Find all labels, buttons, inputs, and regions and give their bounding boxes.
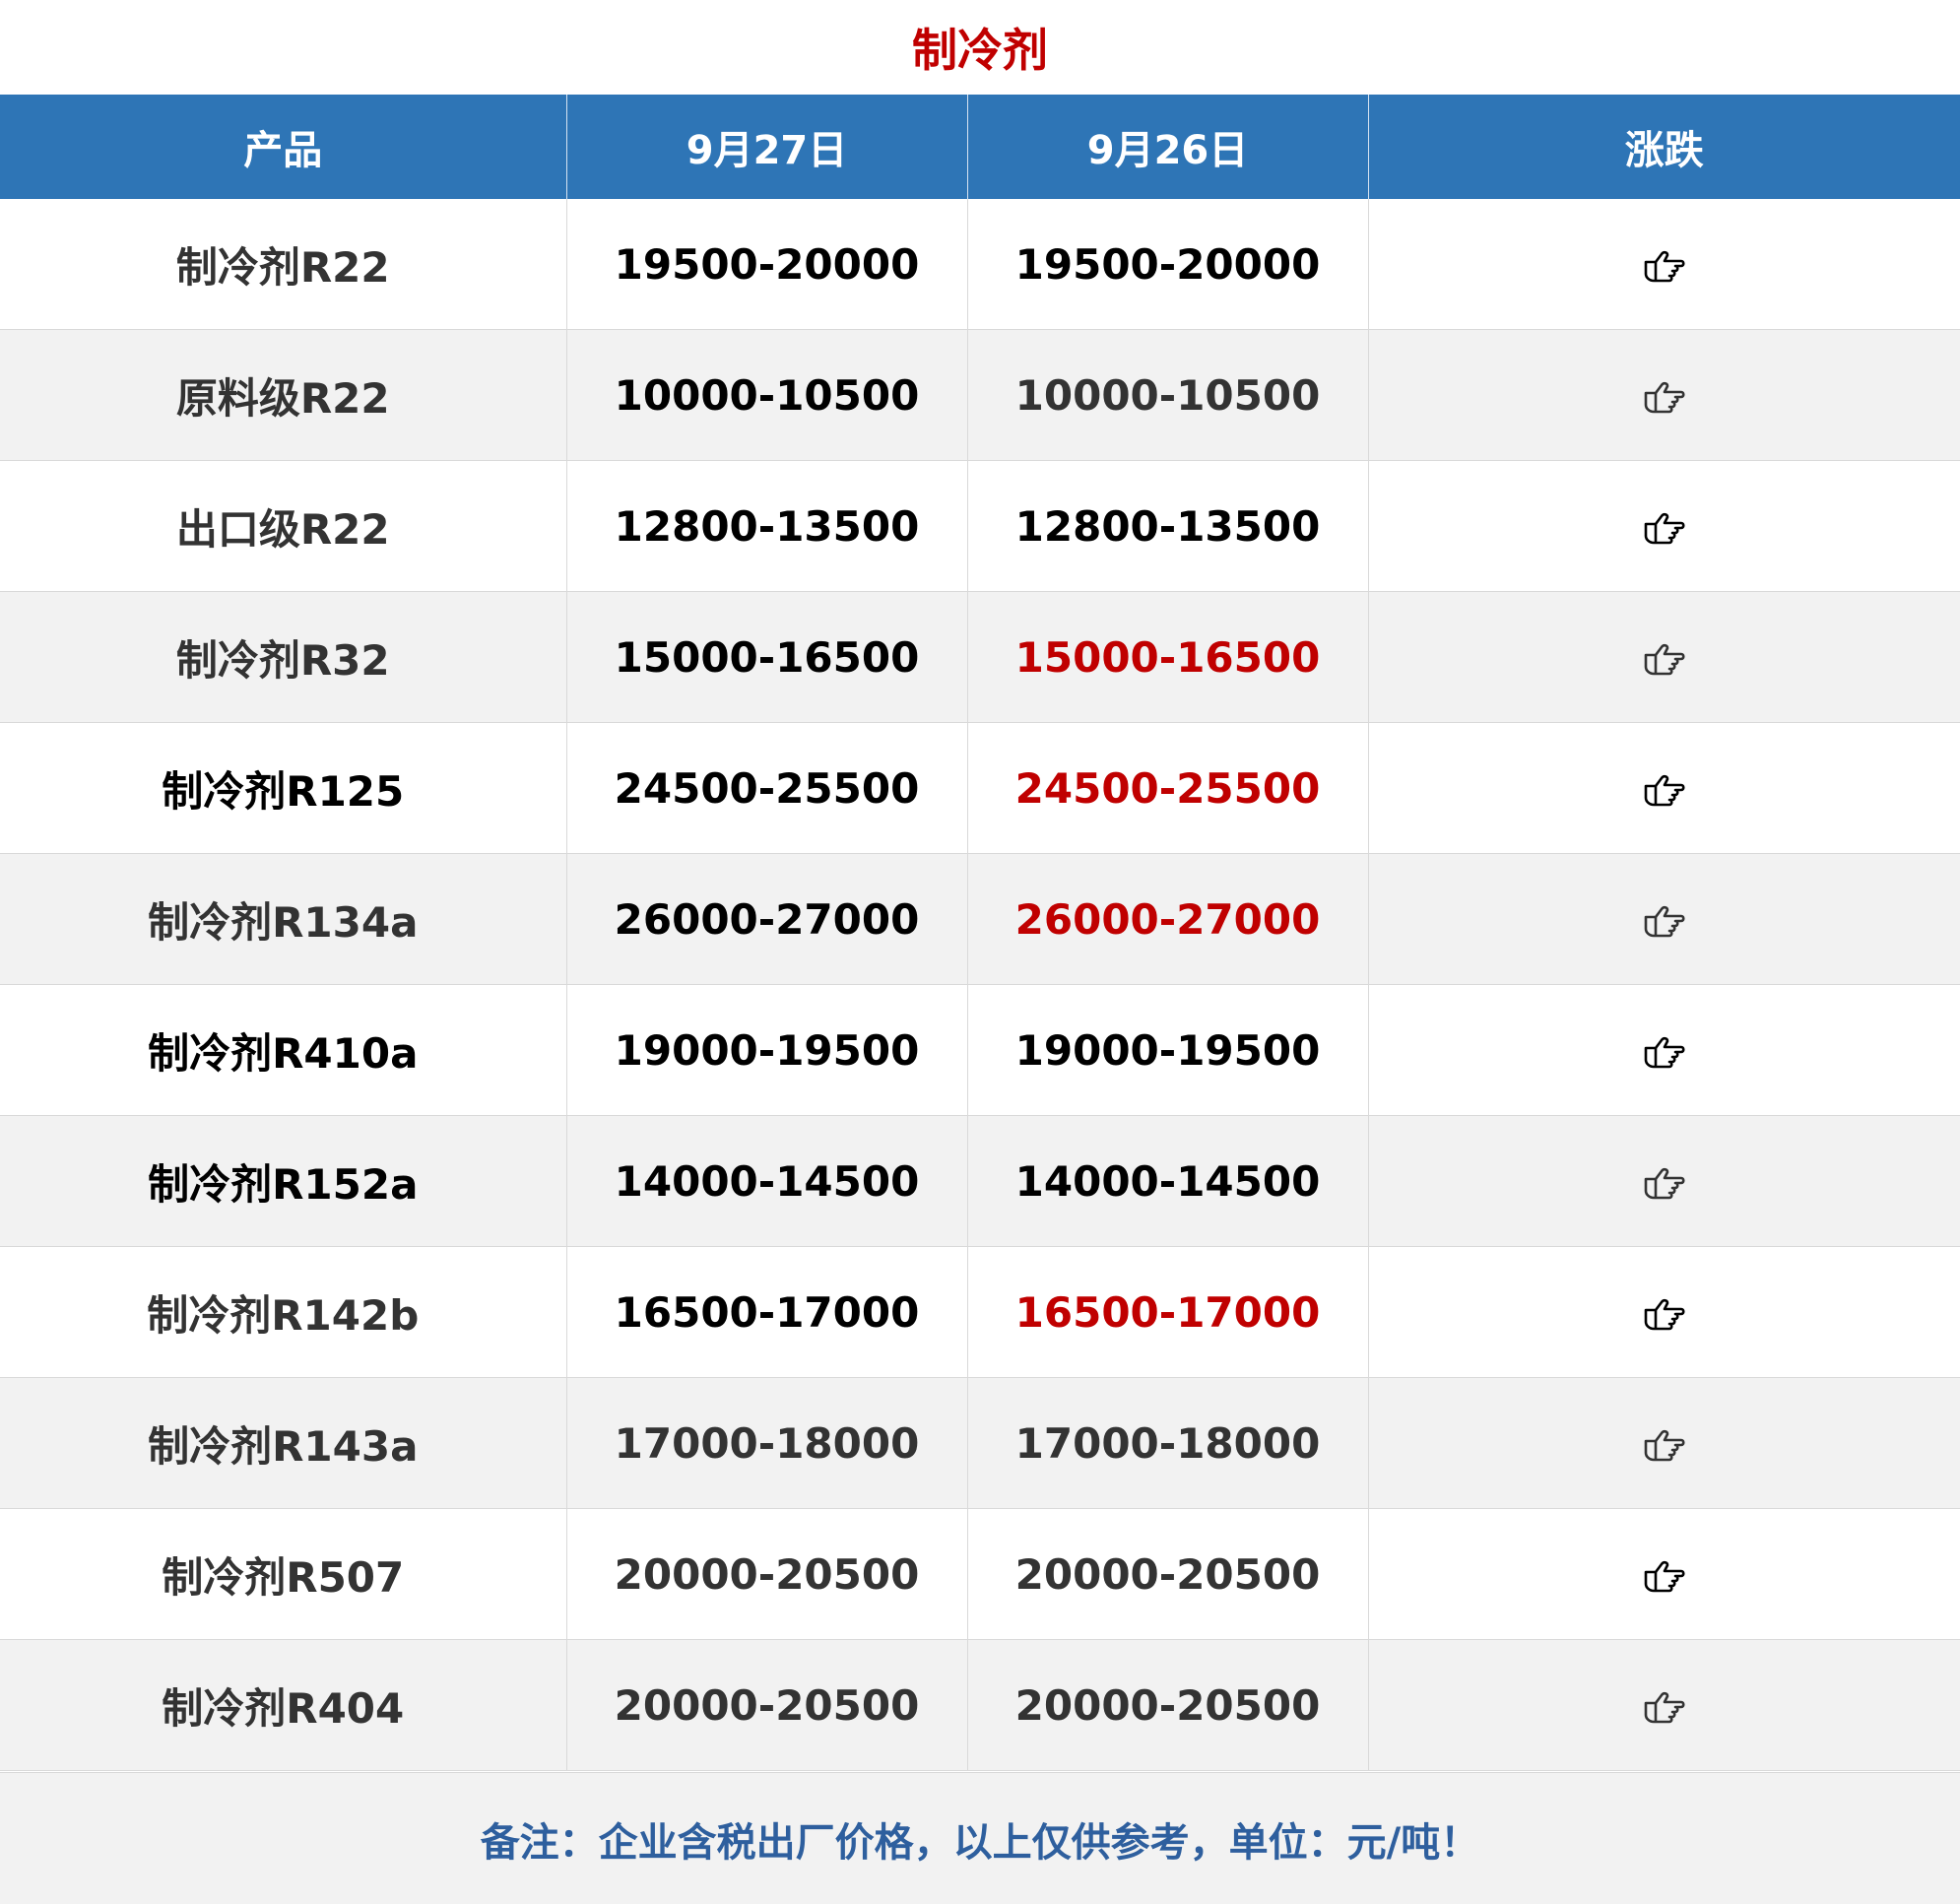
table-header: 产品 9月27日 9月26日 涨跌 bbox=[0, 95, 1960, 199]
change-cell bbox=[1368, 199, 1960, 330]
product-cell: 制冷剂R410a bbox=[0, 984, 567, 1116]
price-yesterday-cell: 26000-27000 bbox=[967, 853, 1369, 985]
hand-pointing-right-icon bbox=[1644, 1168, 1685, 1200]
change-cell bbox=[1368, 591, 1960, 723]
hand-pointing-right-icon bbox=[1644, 906, 1685, 938]
product-cell: 制冷剂R22 bbox=[0, 199, 567, 330]
product-cell: 原料级R22 bbox=[0, 329, 567, 461]
header-product: 产品 bbox=[0, 95, 567, 199]
change-cell bbox=[1368, 1246, 1960, 1378]
price-yesterday-cell: 19000-19500 bbox=[967, 984, 1369, 1116]
hand-pointing-right-icon bbox=[1644, 382, 1685, 414]
hand-pointing-right-icon bbox=[1644, 251, 1685, 283]
price-today-cell: 19500-20000 bbox=[566, 199, 968, 330]
price-yesterday-cell: 16500-17000 bbox=[967, 1246, 1369, 1378]
price-today-cell: 19000-19500 bbox=[566, 984, 968, 1116]
table-row: 制冷剂R142b 16500-17000 16500-17000 bbox=[0, 1246, 1960, 1378]
price-today-cell: 20000-20500 bbox=[566, 1639, 968, 1771]
hand-pointing-right-icon bbox=[1644, 1692, 1685, 1724]
page-title: 制冷剂 bbox=[912, 24, 1048, 77]
hand-pointing-right-icon bbox=[1644, 1299, 1685, 1331]
price-today-cell: 15000-16500 bbox=[566, 591, 968, 723]
table-row: 制冷剂R22 19500-20000 19500-20000 bbox=[0, 199, 1960, 330]
table-row: 制冷剂R507 20000-20500 20000-20500 bbox=[0, 1508, 1960, 1640]
table-row: 出口级R22 12800-13500 12800-13500 bbox=[0, 460, 1960, 592]
change-cell bbox=[1368, 984, 1960, 1116]
product-cell: 制冷剂R404 bbox=[0, 1639, 567, 1771]
change-cell bbox=[1368, 460, 1960, 592]
price-yesterday-cell: 20000-20500 bbox=[967, 1639, 1369, 1771]
product-cell: 制冷剂R507 bbox=[0, 1508, 567, 1640]
table-row: 制冷剂R125 24500-25500 24500-25500 bbox=[0, 722, 1960, 854]
header-row: 产品 9月27日 9月26日 涨跌 bbox=[0, 95, 1960, 199]
price-yesterday-cell: 14000-14500 bbox=[967, 1115, 1369, 1247]
change-cell bbox=[1368, 329, 1960, 461]
table-row: 制冷剂R410a 19000-19500 19000-19500 bbox=[0, 984, 1960, 1116]
table-row: 制冷剂R143a 17000-18000 17000-18000 bbox=[0, 1377, 1960, 1509]
header-date-2: 9月26日 bbox=[967, 95, 1369, 199]
table-row: 制冷剂R32 15000-16500 15000-16500 bbox=[0, 591, 1960, 723]
price-today-cell: 17000-18000 bbox=[566, 1377, 968, 1509]
footer-note: 备注：企业含税出厂价格，以上仅供参考，单位：元/吨！ bbox=[0, 1772, 1960, 1904]
price-yesterday-cell: 19500-20000 bbox=[967, 199, 1369, 330]
price-today-cell: 26000-27000 bbox=[566, 853, 968, 985]
header-date-1: 9月27日 bbox=[566, 95, 968, 199]
price-yesterday-cell: 24500-25500 bbox=[967, 722, 1369, 854]
table-row: 制冷剂R152a 14000-14500 14000-14500 bbox=[0, 1115, 1960, 1247]
product-cell: 制冷剂R143a bbox=[0, 1377, 567, 1509]
change-cell bbox=[1368, 1115, 1960, 1247]
change-cell bbox=[1368, 722, 1960, 854]
product-cell: 制冷剂R142b bbox=[0, 1246, 567, 1378]
table-row: 制冷剂R134a 26000-27000 26000-27000 bbox=[0, 853, 1960, 985]
hand-pointing-right-icon bbox=[1644, 775, 1685, 807]
price-today-cell: 20000-20500 bbox=[566, 1508, 968, 1640]
price-today-cell: 14000-14500 bbox=[566, 1115, 968, 1247]
price-today-cell: 12800-13500 bbox=[566, 460, 968, 592]
price-today-cell: 16500-17000 bbox=[566, 1246, 968, 1378]
product-cell: 制冷剂R134a bbox=[0, 853, 567, 985]
price-yesterday-cell: 12800-13500 bbox=[967, 460, 1369, 592]
price-yesterday-cell: 20000-20500 bbox=[967, 1508, 1369, 1640]
table-body: 制冷剂R22 19500-20000 19500-20000 原料级R22 10… bbox=[0, 199, 1960, 1771]
product-cell: 制冷剂R125 bbox=[0, 722, 567, 854]
price-yesterday-cell: 17000-18000 bbox=[967, 1377, 1369, 1509]
hand-pointing-right-icon bbox=[1644, 644, 1685, 676]
price-yesterday-cell: 10000-10500 bbox=[967, 329, 1369, 461]
product-cell: 制冷剂R32 bbox=[0, 591, 567, 723]
price-yesterday-cell: 15000-16500 bbox=[967, 591, 1369, 723]
product-cell: 制冷剂R152a bbox=[0, 1115, 567, 1247]
hand-pointing-right-icon bbox=[1644, 1037, 1685, 1069]
change-cell bbox=[1368, 853, 1960, 985]
change-cell bbox=[1368, 1508, 1960, 1640]
change-cell bbox=[1368, 1377, 1960, 1509]
hand-pointing-right-icon bbox=[1644, 1430, 1685, 1462]
price-today-cell: 10000-10500 bbox=[566, 329, 968, 461]
price-today-cell: 24500-25500 bbox=[566, 722, 968, 854]
table-row: 制冷剂R404 20000-20500 20000-20500 bbox=[0, 1639, 1960, 1771]
header-change: 涨跌 bbox=[1368, 95, 1960, 199]
table-row: 原料级R22 10000-10500 10000-10500 bbox=[0, 329, 1960, 461]
change-cell bbox=[1368, 1639, 1960, 1771]
product-cell: 出口级R22 bbox=[0, 460, 567, 592]
hand-pointing-right-icon bbox=[1644, 1561, 1685, 1593]
hand-pointing-right-icon bbox=[1644, 513, 1685, 545]
price-table: 产品 9月27日 9月26日 涨跌 制冷剂R22 19500-20000 195… bbox=[0, 95, 1960, 1771]
